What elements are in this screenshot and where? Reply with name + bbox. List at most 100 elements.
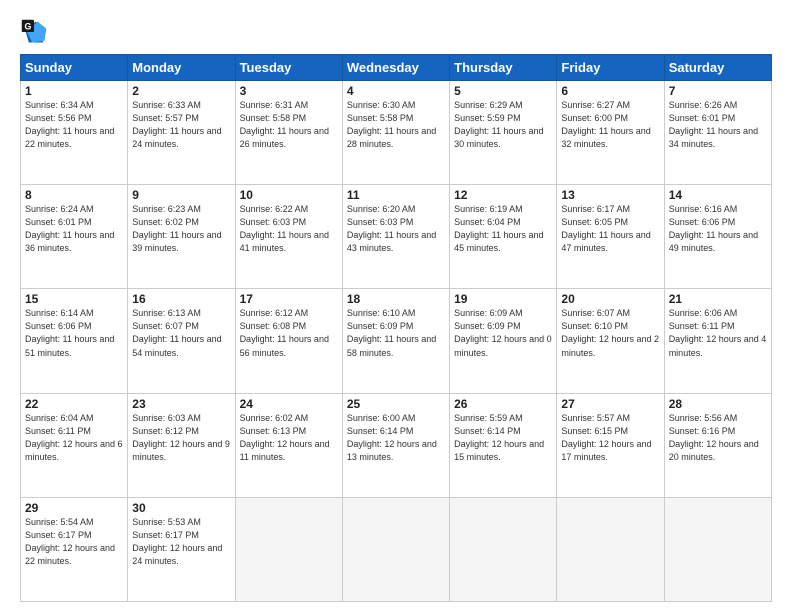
calendar-cell: 10 Sunrise: 6:22 AMSunset: 6:03 PMDaylig… <box>235 185 342 289</box>
calendar-week-2: 8 Sunrise: 6:24 AMSunset: 6:01 PMDayligh… <box>21 185 772 289</box>
day-detail: Sunrise: 6:09 AMSunset: 6:09 PMDaylight:… <box>454 307 552 359</box>
calendar-cell: 9 Sunrise: 6:23 AMSunset: 6:02 PMDayligh… <box>128 185 235 289</box>
col-header-friday: Friday <box>557 55 664 81</box>
calendar-cell: 18 Sunrise: 6:10 AMSunset: 6:09 PMDaylig… <box>342 289 449 393</box>
day-detail: Sunrise: 6:04 AMSunset: 6:11 PMDaylight:… <box>25 412 123 464</box>
calendar-cell: 29 Sunrise: 5:54 AMSunset: 6:17 PMDaylig… <box>21 497 128 601</box>
day-number: 22 <box>25 397 123 411</box>
day-detail: Sunrise: 6:31 AMSunset: 5:58 PMDaylight:… <box>240 99 338 151</box>
day-number: 26 <box>454 397 552 411</box>
day-number: 12 <box>454 188 552 202</box>
day-number: 13 <box>561 188 659 202</box>
col-header-saturday: Saturday <box>664 55 771 81</box>
calendar-cell: 15 Sunrise: 6:14 AMSunset: 6:06 PMDaylig… <box>21 289 128 393</box>
day-detail: Sunrise: 6:22 AMSunset: 6:03 PMDaylight:… <box>240 203 338 255</box>
logo-icon: G <box>20 18 48 46</box>
day-number: 24 <box>240 397 338 411</box>
calendar-cell <box>235 497 342 601</box>
calendar-cell: 3 Sunrise: 6:31 AMSunset: 5:58 PMDayligh… <box>235 81 342 185</box>
day-detail: Sunrise: 6:13 AMSunset: 6:07 PMDaylight:… <box>132 307 230 359</box>
day-number: 19 <box>454 292 552 306</box>
day-number: 1 <box>25 84 123 98</box>
day-number: 25 <box>347 397 445 411</box>
calendar-cell <box>664 497 771 601</box>
header-row: SundayMondayTuesdayWednesdayThursdayFrid… <box>21 55 772 81</box>
calendar-cell: 20 Sunrise: 6:07 AMSunset: 6:10 PMDaylig… <box>557 289 664 393</box>
day-number: 17 <box>240 292 338 306</box>
day-detail: Sunrise: 5:53 AMSunset: 6:17 PMDaylight:… <box>132 516 230 568</box>
day-number: 4 <box>347 84 445 98</box>
calendar-table: SundayMondayTuesdayWednesdayThursdayFrid… <box>20 54 772 602</box>
day-number: 3 <box>240 84 338 98</box>
day-detail: Sunrise: 6:02 AMSunset: 6:13 PMDaylight:… <box>240 412 338 464</box>
day-number: 8 <box>25 188 123 202</box>
calendar-cell: 22 Sunrise: 6:04 AMSunset: 6:11 PMDaylig… <box>21 393 128 497</box>
calendar-cell: 24 Sunrise: 6:02 AMSunset: 6:13 PMDaylig… <box>235 393 342 497</box>
calendar-week-4: 22 Sunrise: 6:04 AMSunset: 6:11 PMDaylig… <box>21 393 772 497</box>
col-header-wednesday: Wednesday <box>342 55 449 81</box>
calendar-cell: 11 Sunrise: 6:20 AMSunset: 6:03 PMDaylig… <box>342 185 449 289</box>
day-number: 15 <box>25 292 123 306</box>
day-number: 5 <box>454 84 552 98</box>
day-number: 20 <box>561 292 659 306</box>
calendar-cell: 25 Sunrise: 6:00 AMSunset: 6:14 PMDaylig… <box>342 393 449 497</box>
logo: G <box>20 18 52 46</box>
calendar-cell: 2 Sunrise: 6:33 AMSunset: 5:57 PMDayligh… <box>128 81 235 185</box>
calendar-cell: 26 Sunrise: 5:59 AMSunset: 6:14 PMDaylig… <box>450 393 557 497</box>
day-detail: Sunrise: 6:33 AMSunset: 5:57 PMDaylight:… <box>132 99 230 151</box>
calendar-cell: 12 Sunrise: 6:19 AMSunset: 6:04 PMDaylig… <box>450 185 557 289</box>
day-detail: Sunrise: 6:12 AMSunset: 6:08 PMDaylight:… <box>240 307 338 359</box>
day-detail: Sunrise: 5:59 AMSunset: 6:14 PMDaylight:… <box>454 412 552 464</box>
calendar-cell: 13 Sunrise: 6:17 AMSunset: 6:05 PMDaylig… <box>557 185 664 289</box>
calendar-cell: 23 Sunrise: 6:03 AMSunset: 6:12 PMDaylig… <box>128 393 235 497</box>
day-number: 2 <box>132 84 230 98</box>
day-detail: Sunrise: 6:14 AMSunset: 6:06 PMDaylight:… <box>25 307 123 359</box>
col-header-tuesday: Tuesday <box>235 55 342 81</box>
calendar-cell: 19 Sunrise: 6:09 AMSunset: 6:09 PMDaylig… <box>450 289 557 393</box>
calendar-cell: 6 Sunrise: 6:27 AMSunset: 6:00 PMDayligh… <box>557 81 664 185</box>
day-detail: Sunrise: 6:07 AMSunset: 6:10 PMDaylight:… <box>561 307 659 359</box>
svg-text:G: G <box>24 21 31 31</box>
day-detail: Sunrise: 6:06 AMSunset: 6:11 PMDaylight:… <box>669 307 767 359</box>
day-number: 29 <box>25 501 123 515</box>
calendar-cell: 21 Sunrise: 6:06 AMSunset: 6:11 PMDaylig… <box>664 289 771 393</box>
calendar-cell: 1 Sunrise: 6:34 AMSunset: 5:56 PMDayligh… <box>21 81 128 185</box>
calendar-cell: 4 Sunrise: 6:30 AMSunset: 5:58 PMDayligh… <box>342 81 449 185</box>
calendar-cell: 28 Sunrise: 5:56 AMSunset: 6:16 PMDaylig… <box>664 393 771 497</box>
calendar-cell: 17 Sunrise: 6:12 AMSunset: 6:08 PMDaylig… <box>235 289 342 393</box>
calendar-cell: 30 Sunrise: 5:53 AMSunset: 6:17 PMDaylig… <box>128 497 235 601</box>
calendar-cell <box>450 497 557 601</box>
calendar-cell: 16 Sunrise: 6:13 AMSunset: 6:07 PMDaylig… <box>128 289 235 393</box>
day-detail: Sunrise: 6:26 AMSunset: 6:01 PMDaylight:… <box>669 99 767 151</box>
calendar-cell: 5 Sunrise: 6:29 AMSunset: 5:59 PMDayligh… <box>450 81 557 185</box>
day-number: 11 <box>347 188 445 202</box>
day-number: 21 <box>669 292 767 306</box>
calendar-week-5: 29 Sunrise: 5:54 AMSunset: 6:17 PMDaylig… <box>21 497 772 601</box>
day-number: 23 <box>132 397 230 411</box>
col-header-monday: Monday <box>128 55 235 81</box>
day-detail: Sunrise: 6:20 AMSunset: 6:03 PMDaylight:… <box>347 203 445 255</box>
header: G <box>20 18 772 46</box>
day-detail: Sunrise: 6:17 AMSunset: 6:05 PMDaylight:… <box>561 203 659 255</box>
page: G SundayMondayTuesdayWednesdayThursdayFr… <box>0 0 792 612</box>
day-detail: Sunrise: 6:00 AMSunset: 6:14 PMDaylight:… <box>347 412 445 464</box>
col-header-thursday: Thursday <box>450 55 557 81</box>
day-number: 30 <box>132 501 230 515</box>
calendar-cell: 7 Sunrise: 6:26 AMSunset: 6:01 PMDayligh… <box>664 81 771 185</box>
day-number: 9 <box>132 188 230 202</box>
day-number: 7 <box>669 84 767 98</box>
day-detail: Sunrise: 5:54 AMSunset: 6:17 PMDaylight:… <box>25 516 123 568</box>
calendar-cell: 8 Sunrise: 6:24 AMSunset: 6:01 PMDayligh… <box>21 185 128 289</box>
day-detail: Sunrise: 6:34 AMSunset: 5:56 PMDaylight:… <box>25 99 123 151</box>
day-number: 14 <box>669 188 767 202</box>
day-detail: Sunrise: 6:29 AMSunset: 5:59 PMDaylight:… <box>454 99 552 151</box>
day-detail: Sunrise: 6:19 AMSunset: 6:04 PMDaylight:… <box>454 203 552 255</box>
day-detail: Sunrise: 6:30 AMSunset: 5:58 PMDaylight:… <box>347 99 445 151</box>
day-detail: Sunrise: 6:10 AMSunset: 6:09 PMDaylight:… <box>347 307 445 359</box>
day-number: 27 <box>561 397 659 411</box>
day-number: 16 <box>132 292 230 306</box>
day-number: 6 <box>561 84 659 98</box>
day-detail: Sunrise: 6:23 AMSunset: 6:02 PMDaylight:… <box>132 203 230 255</box>
day-detail: Sunrise: 6:24 AMSunset: 6:01 PMDaylight:… <box>25 203 123 255</box>
calendar-cell <box>557 497 664 601</box>
